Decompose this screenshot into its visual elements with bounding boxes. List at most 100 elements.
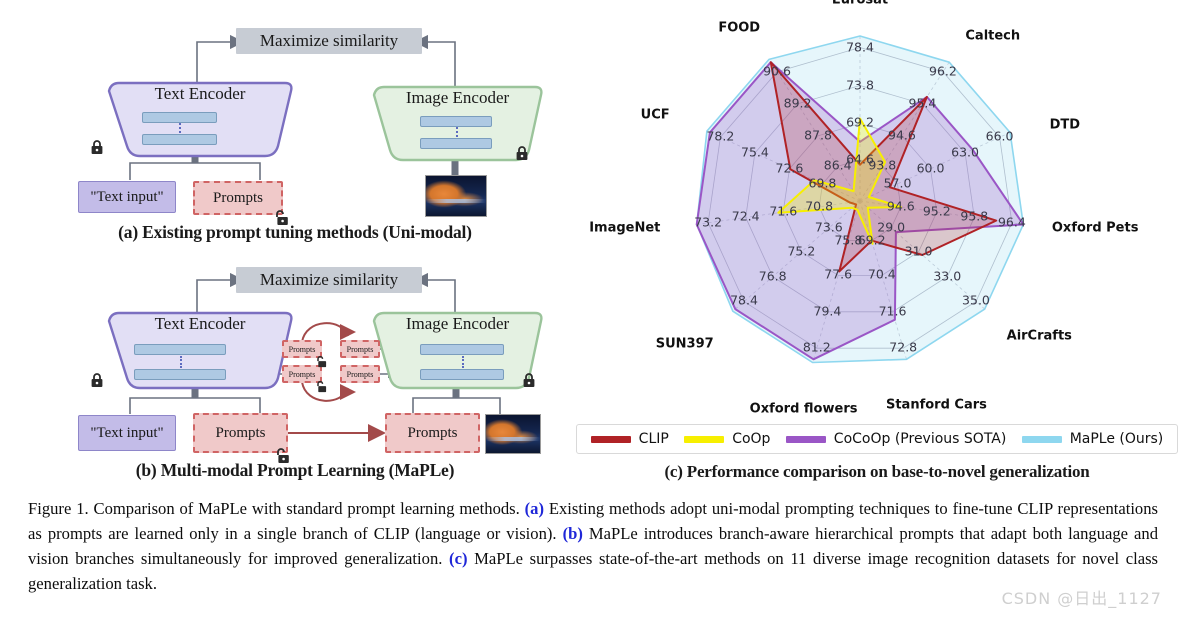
tick-label: 93.8 xyxy=(868,157,897,173)
legend-label-coop: CoOp xyxy=(732,431,771,447)
text-encoder-layer-2-a xyxy=(142,134,217,145)
legend-label-clip: CLIP xyxy=(638,431,669,447)
prompts-box-image-b: Prompts xyxy=(385,413,480,453)
axis-label-ucf: UCF xyxy=(640,107,670,123)
tick-label: 86.4 xyxy=(823,157,852,173)
tick-label: 69.2 xyxy=(846,114,874,130)
tick-label: 79.4 xyxy=(813,303,842,319)
caption-ref-c: (c) xyxy=(449,549,468,568)
text-encoder-layer-1-a xyxy=(142,112,217,123)
lock-closed-icon-text-encoder-b xyxy=(91,373,103,387)
radar-svg xyxy=(695,35,1025,364)
image-encoder-dots-a xyxy=(456,127,458,137)
tick-label: 31.0 xyxy=(904,243,933,259)
lock-closed-icon-image-encoder-a xyxy=(516,146,528,160)
panel-c-radar-chart: 64.6 69.2 73.8 78.4 93.8 94.6 95.4 96.2 57.0 60.0… xyxy=(568,0,1186,494)
tick-label: 76.8 xyxy=(758,268,787,284)
image-encoder-layer-2-b xyxy=(420,369,504,380)
text-encoder-layer-2-b xyxy=(134,369,226,380)
tick-label: 75.4 xyxy=(741,144,769,160)
tick-label: 33.0 xyxy=(933,268,962,284)
legend-item-maple[interactable]: MaPLe (Ours) xyxy=(1021,431,1164,447)
maximize-similarity-box-b: Maximize similarity xyxy=(236,267,422,293)
panel-b-subcaption: (b) Multi-modal Prompt Learning (MaPLe) xyxy=(135,460,455,480)
tick-label: 96.4 xyxy=(997,214,1026,230)
legend-item-cocoop[interactable]: CoCoOp (Previous SOTA) xyxy=(785,431,1006,447)
legend-swatch-clip xyxy=(590,435,631,443)
panel-c-subcaption: (c) Performance comparison on base-to-no… xyxy=(664,462,1090,481)
axis-label-food: FOOD xyxy=(718,20,761,36)
legend-swatch-cocoop xyxy=(785,435,826,443)
tick-label: 70.8 xyxy=(805,198,834,214)
tick-label: 73.2 xyxy=(694,214,723,230)
caption-lead: Figure 1. Comparison of MaPLe with stand… xyxy=(28,499,525,518)
maximize-similarity-box-a: Maximize similarity xyxy=(236,28,422,54)
tick-label: 87.8 xyxy=(804,127,832,143)
tick-label: 63.0 xyxy=(951,144,979,160)
tick-label: 66.0 xyxy=(985,128,1014,144)
legend-item-coop[interactable]: CoOp xyxy=(684,431,770,447)
tick-label: 57.0 xyxy=(883,175,912,191)
axis-label-dtd: DTD xyxy=(1049,117,1081,133)
tick-label: 95.4 xyxy=(908,95,937,111)
tick-label: 89.2 xyxy=(783,95,812,111)
text-encoder-title-b: Text Encoder xyxy=(154,314,246,333)
radar-plot: 64.6 69.2 73.8 78.4 93.8 94.6 95.4 96.2 57.0 60.0… xyxy=(568,0,1186,444)
legend-swatch-maple xyxy=(1021,435,1062,443)
text-encoder-dots-b xyxy=(180,356,182,368)
tick-label: 73.6 xyxy=(814,219,843,235)
legend-swatch-coop xyxy=(684,435,725,443)
tick-label: 71.6 xyxy=(769,203,798,219)
tick-label: 72.4 xyxy=(731,208,760,224)
tick-label: 96.2 xyxy=(929,63,957,79)
tick-label: 69.8 xyxy=(808,175,837,191)
tick-label: 71.6 xyxy=(878,303,907,319)
tick-label: 60.0 xyxy=(916,160,945,176)
text-encoder-layer-1-b xyxy=(134,344,226,355)
axis-label-sun397: SUN397 xyxy=(655,336,714,352)
tick-label: 78.2 xyxy=(706,128,735,144)
tick-label: 78.4 xyxy=(730,292,758,308)
image-encoder-layer-1-a xyxy=(420,116,492,127)
axis-label-oxford-flowers: Oxford flowers xyxy=(749,401,858,417)
legend-label-maple: MaPLe (Ours) xyxy=(1069,431,1164,447)
image-encoder-title-a: Image Encoder xyxy=(405,88,510,107)
image-encoder-dots-b xyxy=(462,356,464,368)
tick-label: 95.8 xyxy=(960,208,989,224)
chart-legend: CLIP CoOp CoCoOp (Previous SOTA) MaPLe (… xyxy=(576,424,1178,454)
text-input-box-b: "Text input" xyxy=(78,415,176,451)
tick-label: 35.0 xyxy=(962,292,990,308)
tick-label: 90.6 xyxy=(763,63,791,79)
axis-label-caltech: Caltech xyxy=(965,28,1021,44)
panel-b-maple: Maximize similarity Text Encoder Image E… xyxy=(30,262,560,494)
tick-label: 72.8 xyxy=(889,339,918,355)
image-encoder-layer-2-a xyxy=(420,138,492,149)
figure-caption: Figure 1. Comparison of MaPLe with stand… xyxy=(28,496,1158,596)
legend-item-clip[interactable]: CLIP xyxy=(590,431,669,447)
tick-label: 75.2 xyxy=(787,243,816,259)
mini-prompts-image-2: Prompts xyxy=(340,365,380,383)
lock-closed-icon-text-encoder-a xyxy=(91,140,103,154)
caption-ref-a: (a) xyxy=(524,499,544,518)
tick-label: 94.6 xyxy=(888,127,916,143)
text-encoder-dots-a xyxy=(179,123,181,133)
tick-label: 72.6 xyxy=(775,160,804,176)
mini-prompts-image-1: Prompts xyxy=(340,340,380,358)
figure-1: Maximize similarity Text Encoder Image E… xyxy=(0,0,1186,617)
watermark: CSDN @日出_1127 xyxy=(1001,589,1162,608)
cat-image-b xyxy=(485,414,541,454)
caption-ref-b: (b) xyxy=(562,524,583,543)
tick-label: 77.6 xyxy=(824,266,853,282)
axis-label-imagenet: ImageNet xyxy=(589,220,661,236)
text-input-box-a: "Text input" xyxy=(78,181,176,213)
lock-open-icon-mini-prompts-2 xyxy=(317,380,327,393)
text-encoder-title-a: Text Encoder xyxy=(154,84,246,103)
image-encoder-title-b: Image Encoder xyxy=(405,314,510,333)
tick-label: 73.8 xyxy=(846,77,874,92)
tick-label: 70.4 xyxy=(867,266,896,282)
tick-label: 81.2 xyxy=(802,339,831,355)
tick-label: 78.4 xyxy=(846,39,874,55)
lock-open-icon-mini-prompts-1 xyxy=(317,355,327,368)
tick-label: 94.6 xyxy=(886,198,915,214)
axis-label-stanford-cars: Stanford Cars xyxy=(885,397,987,413)
